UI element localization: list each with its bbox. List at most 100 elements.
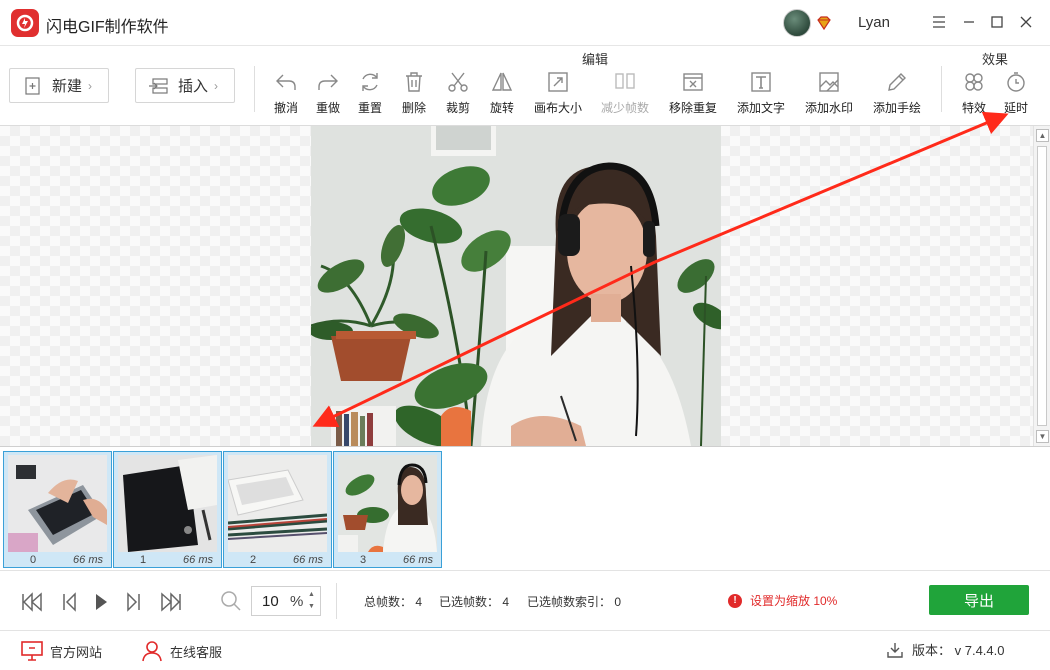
effects-group-label: 效果 bbox=[982, 52, 1009, 67]
new-button-label: 新建 bbox=[52, 78, 83, 95]
scroll-down-icon[interactable]: ▼ bbox=[1036, 430, 1049, 443]
app-logo-icon bbox=[11, 9, 39, 37]
rotate-icon bbox=[491, 72, 513, 91]
tool-label: 添加手绘 bbox=[872, 101, 921, 115]
official-website-link[interactable]: 官方网站 bbox=[20, 640, 102, 662]
frame-thumbnail[interactable]: 1 66 ms bbox=[113, 451, 222, 568]
text-icon bbox=[751, 72, 771, 92]
frame-thumbnail[interactable]: 2 66 ms bbox=[223, 451, 332, 568]
insert-button[interactable]: 插入 › bbox=[135, 68, 235, 103]
timer-icon bbox=[1007, 72, 1025, 92]
reset-button[interactable]: 重置 bbox=[357, 70, 383, 116]
tool-label: 裁剪 bbox=[445, 101, 470, 115]
tool-label: 延时 bbox=[1003, 101, 1028, 115]
online-support-label: 在线客服 bbox=[170, 644, 223, 660]
download-icon bbox=[887, 642, 903, 658]
frame-index: 2 bbox=[250, 554, 257, 566]
last-frame-icon[interactable] bbox=[159, 590, 183, 614]
vip-diamond-icon[interactable] bbox=[815, 14, 833, 32]
version-info[interactable]: 版本： v 7.4.4.0 bbox=[886, 640, 1004, 659]
reduce-frames-button[interactable]: 减少帧数 bbox=[600, 70, 650, 116]
tool-label: 重做 bbox=[315, 101, 340, 115]
playback-bar: 10 % ▲ ▼ 总帧数： 4 已选帧数： 4 已选帧数索引： 0 ! 设置为缩放… bbox=[0, 570, 1050, 630]
frame-index: 3 bbox=[360, 554, 367, 566]
warning-icon: ! bbox=[728, 593, 742, 608]
delay-button[interactable]: 延时 bbox=[1003, 70, 1029, 116]
effects-icon bbox=[965, 73, 983, 91]
redo-button[interactable]: 重做 bbox=[315, 70, 341, 116]
tool-label: 减少帧数 bbox=[600, 101, 649, 115]
undo-button[interactable]: 撤消 bbox=[273, 70, 299, 116]
frame-thumbnail[interactable]: 3 66 ms bbox=[333, 451, 442, 568]
version-label: 版本： v 7.4.4.0 bbox=[912, 643, 1005, 658]
remove-duplicate-icon bbox=[683, 73, 703, 91]
insert-button-label: 插入 bbox=[178, 78, 209, 95]
previous-frame-icon[interactable] bbox=[57, 590, 81, 614]
title-bar: 闪电GIF制作软件 Lyan bbox=[0, 0, 1050, 46]
canvas-size-icon bbox=[548, 72, 568, 92]
zoom-input[interactable]: 10 % ▲ ▼ bbox=[251, 586, 321, 616]
toolbar-divider bbox=[941, 66, 942, 112]
frame-thumbnail[interactable]: 0 66 ms bbox=[3, 451, 112, 568]
zoom-value: 10 bbox=[262, 593, 279, 610]
zoom-warning: ! 设置为缩放 10% bbox=[728, 592, 837, 609]
menu-icon[interactable] bbox=[928, 11, 950, 33]
user-support-icon bbox=[142, 641, 162, 662]
selected-frame-index: 已选帧数索引： 0 bbox=[527, 595, 622, 609]
total-frames: 总帧数： 4 bbox=[364, 595, 423, 609]
frame-thumbnail-image bbox=[338, 455, 437, 552]
zoom-unit: % bbox=[290, 593, 304, 610]
vertical-scrollbar[interactable]: ▲ ▼ bbox=[1033, 126, 1050, 446]
add-drawing-button[interactable]: 添加手绘 bbox=[872, 70, 922, 116]
frame-thumbnail-image bbox=[228, 455, 327, 552]
tool-label: 撤消 bbox=[273, 101, 298, 115]
add-text-button[interactable]: 添加文字 bbox=[736, 70, 786, 116]
edit-group-label: 编辑 bbox=[582, 52, 609, 67]
tool-label: 特效 bbox=[961, 101, 986, 115]
trash-icon bbox=[406, 72, 422, 92]
tool-label: 删除 bbox=[401, 101, 426, 115]
zoom-stepper[interactable]: ▲ ▼ bbox=[308, 589, 316, 613]
add-watermark-button[interactable]: 添加水印 bbox=[804, 70, 854, 116]
reset-icon bbox=[362, 73, 378, 91]
playback-divider bbox=[336, 583, 337, 619]
tool-label: 重置 bbox=[357, 101, 382, 115]
maximize-icon[interactable] bbox=[986, 11, 1008, 33]
user-avatar[interactable] bbox=[783, 9, 811, 37]
export-button[interactable]: 导出 bbox=[929, 585, 1029, 615]
rotate-button[interactable]: 旋转 bbox=[489, 70, 515, 116]
username[interactable]: Lyan bbox=[858, 14, 890, 31]
tool-label: 旋转 bbox=[489, 101, 514, 115]
frame-thumbnail-image bbox=[8, 455, 107, 552]
delete-button[interactable]: 删除 bbox=[401, 70, 427, 116]
current-frame-image bbox=[311, 126, 721, 446]
frame-index: 1 bbox=[140, 554, 147, 566]
online-support-link[interactable]: 在线客服 bbox=[140, 640, 222, 662]
pen-icon bbox=[888, 73, 906, 91]
frame-duration: 66 ms bbox=[403, 554, 433, 566]
scrollbar-thumb[interactable] bbox=[1037, 146, 1047, 426]
canvas-size-button[interactable]: 画布大小 bbox=[533, 70, 583, 116]
frame-duration: 66 ms bbox=[73, 554, 103, 566]
close-icon[interactable] bbox=[1015, 11, 1037, 33]
tool-label: 画布大小 bbox=[533, 101, 582, 115]
scroll-up-icon[interactable]: ▲ bbox=[1036, 129, 1049, 142]
first-frame-icon[interactable] bbox=[20, 590, 44, 614]
zoom-icon bbox=[221, 591, 241, 611]
play-icon[interactable] bbox=[89, 590, 113, 614]
tool-label: 添加文字 bbox=[736, 101, 785, 115]
warning-text: 设置为缩放 10% bbox=[750, 594, 838, 608]
frame-thumbnail-image bbox=[118, 455, 217, 552]
undo-icon bbox=[276, 74, 296, 90]
official-website-label: 官方网站 bbox=[50, 644, 103, 660]
insert-icon bbox=[149, 77, 168, 94]
minimize-icon[interactable] bbox=[958, 11, 980, 33]
remove-duplicate-button[interactable]: 移除重复 bbox=[668, 70, 718, 116]
scissors-icon bbox=[448, 72, 468, 92]
effects-button[interactable]: 特效 bbox=[961, 70, 987, 116]
crop-button[interactable]: 裁剪 bbox=[445, 70, 471, 116]
new-button[interactable]: 新建 › bbox=[9, 68, 109, 103]
next-frame-icon[interactable] bbox=[122, 590, 146, 614]
new-file-icon bbox=[25, 76, 40, 95]
frame-index: 0 bbox=[30, 554, 37, 566]
